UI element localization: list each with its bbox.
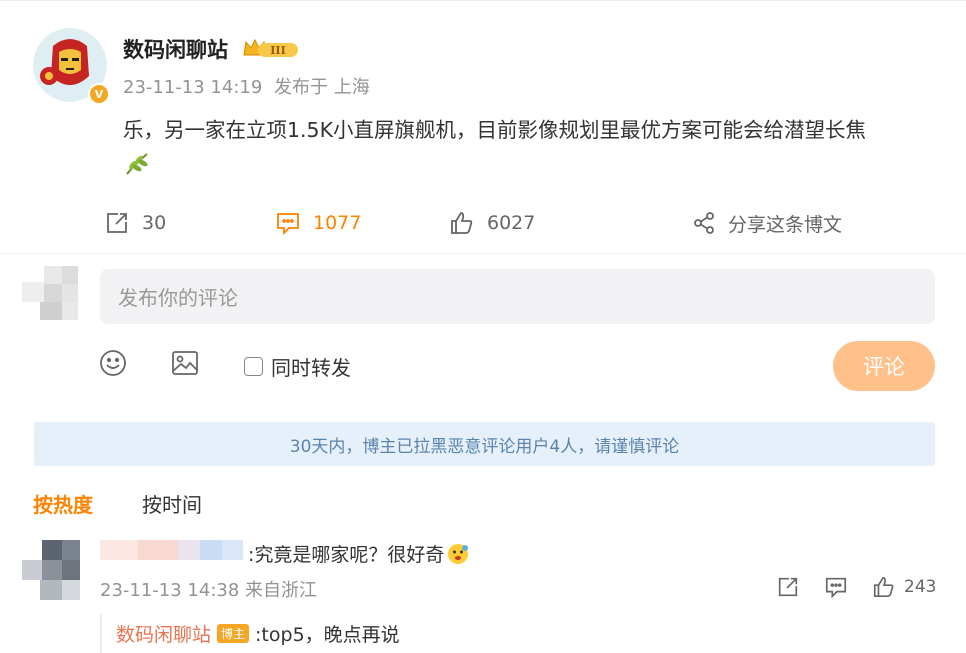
- checkbox-box[interactable]: [244, 357, 263, 376]
- repost-button[interactable]: 30: [104, 208, 166, 238]
- reply-text: :top5，晚点再说: [255, 624, 400, 646]
- post-author-name[interactable]: 数码闲聊站: [123, 34, 228, 64]
- thumbs-up-icon: [451, 212, 473, 234]
- smiley-icon: [100, 350, 126, 376]
- tab-sort-by-time[interactable]: 按时间: [142, 489, 202, 518]
- comment-input-placeholder: 发布你的评论: [118, 286, 238, 310]
- comment-repost-button[interactable]: [776, 575, 800, 599]
- verified-badge: V: [88, 83, 110, 105]
- submit-comment-button[interactable]: 评论: [833, 341, 935, 391]
- leaf-emoji-icon: [123, 150, 151, 182]
- divider: [0, 253, 966, 254]
- commenter-name[interactable]: [100, 540, 243, 560]
- level-text: III: [270, 44, 285, 57]
- comment-text: :究竟是哪家呢？很好奇: [248, 540, 470, 567]
- emoji-button[interactable]: [98, 348, 128, 382]
- current-user-avatar[interactable]: [22, 262, 82, 324]
- share-label: 分享这条博文: [728, 213, 843, 236]
- comment-icon: [825, 577, 847, 599]
- tab-sort-by-hot[interactable]: 按热度: [33, 489, 93, 518]
- crown-level-badge[interactable]: III: [242, 37, 300, 65]
- share-button[interactable]: 分享这条博文: [692, 208, 842, 238]
- comment-timestamp: 23-11-13 14:38: [100, 580, 240, 601]
- image-button[interactable]: [170, 348, 200, 382]
- comment-like-button[interactable]: 243: [872, 575, 936, 599]
- post-source: 发布于 上海: [274, 77, 370, 98]
- comment-like-count: 243: [904, 577, 937, 597]
- post-timestamp[interactable]: 23-11-13 14:19: [123, 77, 262, 98]
- comment-count: 1077: [313, 212, 362, 234]
- curious-face-emoji-icon: [448, 543, 469, 564]
- post-meta: 23-11-13 14:19 发布于 上海: [123, 73, 376, 99]
- also-repost-label: 同时转发: [271, 356, 351, 380]
- repost-icon: [107, 213, 127, 233]
- share-icon: [694, 212, 714, 234]
- commenter-avatar[interactable]: [22, 540, 82, 600]
- comment-meta: 23-11-13 14:38 来自浙江: [100, 576, 317, 602]
- repost-icon: [778, 577, 798, 597]
- host-badge: 博主: [217, 624, 250, 643]
- thumbs-up-icon: [873, 576, 894, 598]
- top-border: [0, 0, 966, 1]
- comment-icon: [277, 213, 299, 236]
- also-repost-checkbox[interactable]: 同时转发: [244, 352, 351, 381]
- comment-button[interactable]: 1077: [275, 208, 361, 238]
- reply-author-name[interactable]: 数码闲聊站: [116, 620, 211, 647]
- comment-reply-button[interactable]: [824, 575, 848, 599]
- comment-body: :究竟是哪家呢？很好奇: [248, 544, 445, 566]
- comment-location: 来自浙江: [245, 580, 318, 601]
- author-reply: 数码闲聊站 博主 :top5，晚点再说: [100, 614, 950, 653]
- block-notice-banner: 30天内，博主已拉黑恶意评论用户4人，请谨慎评论: [34, 422, 935, 466]
- like-button[interactable]: 6027: [449, 208, 535, 238]
- like-count: 6027: [487, 212, 536, 234]
- repost-count: 30: [142, 212, 167, 234]
- post-content: 乐，另一家在立项1.5K小直屏旗舰机，目前影像规划里最优方案可能会给潜望长焦: [123, 118, 867, 142]
- comment-input[interactable]: 发布你的评论: [100, 269, 935, 324]
- image-icon: [172, 351, 198, 375]
